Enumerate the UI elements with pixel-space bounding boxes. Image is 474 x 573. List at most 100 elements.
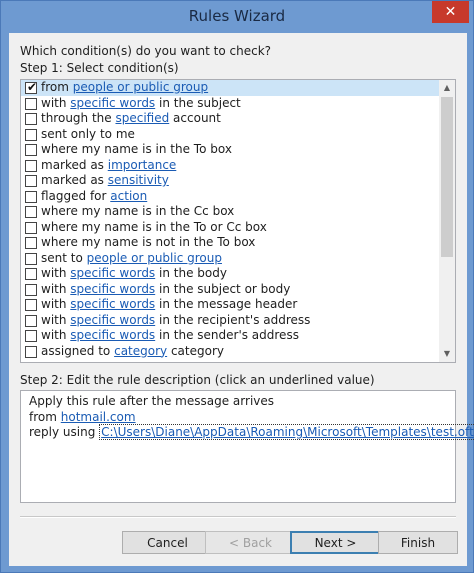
condition-text-suffix: in the sender's address — [155, 328, 299, 342]
condition-text: where my name is not in the To box — [41, 235, 256, 249]
condition-checkbox[interactable] — [25, 268, 37, 280]
condition-value-link[interactable]: sensitivity — [108, 173, 169, 187]
condition-checkbox[interactable] — [25, 237, 37, 249]
condition-value-link[interactable]: specific words — [70, 297, 155, 311]
condition-row[interactable]: sent to people or public group — [21, 251, 440, 267]
close-button[interactable]: ✕ — [432, 1, 469, 23]
condition-text: where my name is in the Cc box — [41, 204, 235, 218]
scrollbar-thumb[interactable] — [441, 97, 453, 257]
reply-using-text: reply using — [29, 425, 100, 439]
checkmark-icon: ✔ — [27, 80, 38, 94]
condition-row[interactable]: through the specified account — [21, 111, 440, 127]
condition-checkbox[interactable] — [25, 113, 37, 125]
rules-wizard-window: Rules Wizard ✕ Which condition(s) do you… — [0, 0, 474, 573]
condition-text: marked as — [41, 173, 108, 187]
condition-row[interactable]: where my name is in the Cc box — [21, 204, 440, 220]
condition-row[interactable]: with specific words in the sender's addr… — [21, 328, 440, 344]
condition-checkbox[interactable] — [25, 175, 37, 187]
condition-text-suffix: in the message header — [155, 297, 298, 311]
button-divider — [20, 516, 456, 518]
condition-text: sent only to me — [41, 126, 135, 141]
condition-row[interactable]: sent only to me — [21, 127, 440, 143]
condition-value-link[interactable]: action — [110, 189, 147, 203]
condition-text: with — [41, 297, 71, 311]
step1-label: Step 1: Select condition(s) — [20, 61, 179, 75]
condition-row[interactable]: marked as importance — [21, 158, 440, 174]
condition-checkbox[interactable] — [25, 330, 37, 342]
scroll-down-arrow-icon[interactable]: ▼ — [439, 346, 455, 362]
condition-value-link[interactable]: specific words — [70, 328, 155, 342]
condition-text: with — [41, 312, 71, 327]
condition-text: sent to — [41, 250, 87, 265]
condition-row[interactable]: where my name is in the To or Cc box — [21, 220, 440, 236]
condition-row[interactable]: with specific words in the message heade… — [21, 297, 440, 313]
finish-button[interactable]: Finish — [378, 531, 458, 554]
condition-row[interactable]: with specific words in the recipient's a… — [21, 313, 440, 329]
template-path-link[interactable]: C:\Users\Diane\AppData\Roaming\Microsoft… — [99, 424, 474, 440]
condition-checkbox[interactable] — [25, 221, 37, 234]
condition-text: marked as — [41, 157, 108, 172]
from-text: from — [29, 409, 61, 424]
condition-value-link[interactable]: specific words — [70, 96, 155, 110]
condition-checkbox[interactable] — [25, 128, 37, 141]
from-address-link[interactable]: hotmail.com — [61, 410, 136, 424]
conditions-list[interactable]: ✔ from people or public group with specifi… — [20, 79, 456, 363]
condition-checkbox[interactable] — [25, 144, 37, 156]
condition-checkbox[interactable] — [25, 190, 37, 203]
condition-checkbox[interactable]: ✔ — [25, 80, 38, 94]
condition-value-link[interactable]: people or public group — [73, 80, 208, 94]
condition-checkbox[interactable] — [25, 97, 37, 110]
condition-checkbox[interactable] — [25, 252, 37, 265]
condition-row[interactable]: with specific words in the subject or bo… — [21, 282, 440, 298]
description-line-reply: reply using C:\Users\Diane\AppData\Roami… — [29, 424, 474, 441]
cancel-button[interactable]: Cancel — [122, 531, 213, 554]
condition-row[interactable]: marked as sensitivity — [21, 173, 440, 189]
condition-value-link[interactable]: specific words — [70, 282, 155, 296]
condition-row[interactable]: where my name is in the To box — [21, 142, 440, 158]
condition-text: flagged for — [41, 188, 111, 203]
condition-text-suffix: in the subject — [155, 95, 241, 110]
condition-value-link[interactable]: people or public group — [87, 251, 222, 265]
condition-row[interactable]: ✔ from people or public group — [21, 80, 440, 96]
scroll-up-arrow-icon[interactable]: ▲ — [439, 80, 455, 96]
condition-value-link[interactable]: category — [114, 344, 167, 358]
condition-text-suffix: in the body — [155, 266, 227, 280]
next-button[interactable]: Next > — [290, 531, 381, 554]
condition-row[interactable]: flagged for action — [21, 189, 440, 205]
dialog-body: Which condition(s) do you want to check?… — [9, 33, 474, 566]
condition-value-link[interactable]: specified — [115, 111, 169, 125]
condition-text-suffix: category — [167, 343, 224, 358]
title-bar[interactable]: Rules Wizard ✕ — [1, 1, 473, 33]
condition-text: assigned to — [41, 343, 115, 358]
condition-value-link[interactable]: importance — [108, 158, 177, 172]
condition-checkbox[interactable] — [25, 299, 37, 311]
conditions-scrollbar[interactable]: ▲ ▼ — [439, 80, 455, 362]
step2-label: Step 2: Edit the rule description (click… — [20, 373, 375, 387]
back-button[interactable]: < Back — [205, 531, 296, 554]
condition-value-link[interactable]: specific words — [70, 313, 155, 327]
window-title: Rules Wizard — [188, 7, 286, 25]
condition-row[interactable]: with specific words in the body — [21, 266, 440, 282]
condition-text: through the — [41, 111, 116, 125]
condition-checkbox[interactable] — [25, 283, 37, 296]
condition-text: with — [41, 266, 71, 280]
condition-checkbox[interactable] — [25, 314, 37, 327]
condition-row[interactable]: with specific words in the subject — [21, 96, 440, 112]
condition-row[interactable]: where my name is not in the To box — [21, 235, 440, 251]
condition-text: with — [41, 281, 71, 296]
condition-text: with — [41, 95, 71, 110]
condition-text-suffix: in the subject or body — [155, 281, 291, 296]
rule-description-box: Apply this rule after the message arrive… — [20, 390, 474, 503]
conditions-list-items: ✔ from people or public group with specifi… — [21, 80, 440, 359]
condition-text: where my name is in the To or Cc box — [41, 219, 267, 234]
description-line-apply: Apply this rule after the message arrive… — [29, 394, 275, 408]
condition-text-suffix: account — [169, 111, 221, 125]
condition-text: where my name is in the To box — [41, 142, 232, 156]
condition-row[interactable]: assigned to category category — [21, 344, 440, 360]
condition-checkbox[interactable] — [25, 159, 37, 172]
condition-question: Which condition(s) do you want to check? — [20, 44, 272, 58]
condition-text: with — [41, 328, 71, 342]
condition-checkbox[interactable] — [25, 206, 37, 218]
condition-checkbox[interactable] — [25, 345, 37, 358]
condition-value-link[interactable]: specific words — [70, 266, 155, 280]
